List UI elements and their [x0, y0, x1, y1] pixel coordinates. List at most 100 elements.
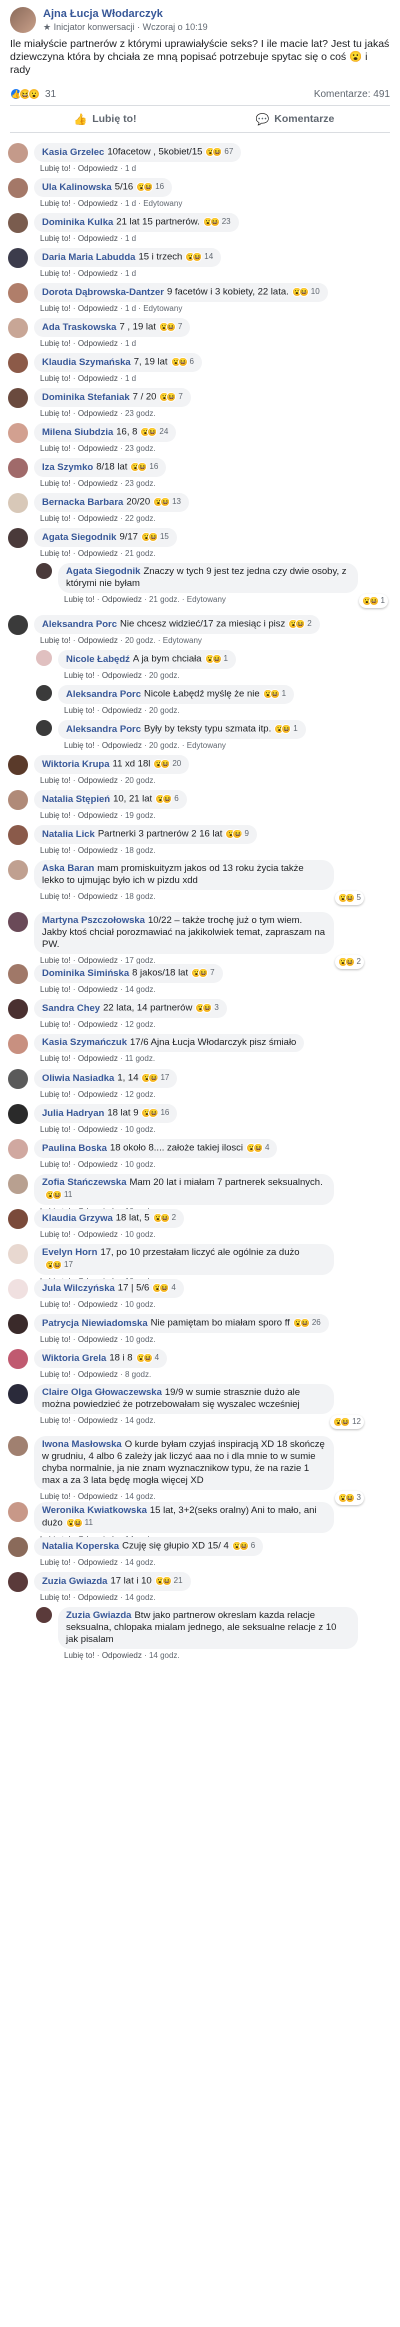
comment-reactions[interactable]: 😮 😆 13: [153, 496, 181, 508]
comment-reactions[interactable]: 😮 😆 15: [140, 531, 169, 543]
avatar[interactable]: [8, 423, 28, 443]
comment-reply-link[interactable]: Odpowiedz: [78, 304, 118, 313]
comment-time[interactable]: 10 godz.: [125, 1125, 156, 1134]
comment-reactions[interactable]: 😮 😆 4: [152, 1282, 176, 1294]
comment-like-link[interactable]: Lubię to!: [40, 269, 71, 278]
avatar[interactable]: [8, 1104, 28, 1124]
avatar[interactable]: [8, 458, 28, 478]
comment-reply-link[interactable]: Odpowiedz: [78, 444, 118, 453]
avatar[interactable]: [8, 528, 28, 548]
comment-like-link[interactable]: Lubię to!: [64, 741, 95, 750]
avatar[interactable]: [8, 1314, 28, 1334]
comment-reactions[interactable]: 😮 😆 1: [358, 594, 388, 608]
comment-like-link[interactable]: Lubię to!: [40, 1230, 71, 1239]
comment-reply-link[interactable]: Odpowiedz: [78, 1160, 118, 1169]
avatar[interactable]: [8, 1244, 28, 1264]
avatar[interactable]: [8, 912, 28, 932]
avatar[interactable]: [8, 1502, 28, 1522]
comment-time[interactable]: 10 godz.: [125, 1230, 156, 1239]
commenter-name[interactable]: Iwona Masłowska: [42, 1439, 122, 1450]
comment-reactions[interactable]: 😮 😆 16: [141, 1107, 169, 1119]
comment-time[interactable]: 14 godz.: [125, 1593, 156, 1602]
comment-reply-link[interactable]: Odpowiedz: [78, 514, 118, 523]
post-time[interactable]: Wczoraj o 10:19: [143, 22, 208, 32]
comment-reactions[interactable]: 😮 😆 7: [191, 967, 215, 979]
comment-reply-link[interactable]: Odpowiedz: [78, 409, 118, 418]
comment-reactions[interactable]: 😮 😆 1: [274, 723, 298, 735]
comment-reply-link[interactable]: Odpowiedz: [78, 1125, 118, 1134]
comment-reply-link[interactable]: Odpowiedz: [78, 1492, 118, 1501]
commenter-name[interactable]: Dorota Dąbrowska-Dantzer: [42, 287, 164, 298]
avatar[interactable]: [8, 790, 28, 810]
comment-reply-link[interactable]: Odpowiedz: [78, 846, 118, 855]
comment-count[interactable]: Komentarze: 491: [314, 89, 390, 100]
comment-reactions[interactable]: 😮 😆 11: [65, 1517, 93, 1529]
comment-time[interactable]: 1 d: [125, 234, 136, 243]
comment-reactions[interactable]: 😮 😆 67: [205, 146, 233, 158]
comment-button[interactable]: 💬 Komentarze: [200, 106, 390, 132]
comment-like-link[interactable]: Lubię to!: [40, 304, 71, 313]
post-reactions[interactable]: 👍 😆 😮 31: [10, 88, 56, 100]
comment-like-link[interactable]: Lubię to!: [40, 1370, 71, 1379]
comment-time[interactable]: 18 godz.: [125, 846, 156, 855]
comment-time[interactable]: 12 godz.: [125, 1020, 156, 1029]
comment-like-link[interactable]: Lubię to!: [64, 706, 95, 715]
comment-time[interactable]: 8 godz.: [125, 1370, 151, 1379]
commenter-name[interactable]: Zuzia Gwiazda: [66, 1610, 131, 1621]
comment-reactions[interactable]: 😮 😆 10: [291, 286, 320, 298]
commenter-name[interactable]: Kasia Szymańczuk: [42, 1037, 127, 1048]
comment-like-link[interactable]: Lubię to!: [40, 1020, 71, 1029]
comment-reply-link[interactable]: Odpowiedz: [78, 234, 118, 243]
comment-like-link[interactable]: Lubię to!: [40, 549, 71, 558]
comment-like-link[interactable]: Lubię to!: [40, 444, 71, 453]
commenter-name[interactable]: Natalia Koperska: [42, 1541, 119, 1552]
comment-reply-link[interactable]: Odpowiedz: [78, 199, 118, 208]
comment-time[interactable]: 14 godz.: [125, 1416, 156, 1425]
avatar[interactable]: [8, 1174, 28, 1194]
comment-reply-link[interactable]: Odpowiedz: [78, 1300, 118, 1309]
comment-time[interactable]: 1 d: [125, 269, 136, 278]
comment-time[interactable]: 21 godz.: [125, 549, 156, 558]
commenter-name[interactable]: Iza Szymko: [42, 462, 93, 473]
avatar[interactable]: [8, 1069, 28, 1089]
avatar[interactable]: [36, 650, 52, 666]
commenter-name[interactable]: Zofia Stańczewska: [42, 1177, 126, 1188]
comment-reactions[interactable]: 😮 😆 6: [170, 356, 194, 368]
comment-like-link[interactable]: Lubię to!: [40, 514, 71, 523]
comment-time[interactable]: 20 godz.: [149, 706, 180, 715]
avatar[interactable]: [8, 860, 28, 880]
comment-reactions[interactable]: 😮 😆 23: [202, 216, 231, 228]
comment-like-link[interactable]: Lubię to!: [40, 776, 71, 785]
comment-time[interactable]: 11 godz.: [125, 1054, 155, 1063]
comment-like-link[interactable]: Lubię to!: [40, 1090, 71, 1099]
avatar[interactable]: [8, 213, 28, 233]
avatar[interactable]: [8, 1279, 28, 1299]
comment-reactions[interactable]: 😮 😆 17: [45, 1259, 73, 1271]
comment-like-link[interactable]: Lubię to!: [40, 636, 71, 645]
comment-time[interactable]: 1 d: [125, 374, 136, 383]
avatar[interactable]: [36, 563, 52, 579]
comment-time[interactable]: 10 godz.: [125, 1160, 156, 1169]
comment-like-link[interactable]: Lubię to!: [40, 374, 71, 383]
comment-reply-link[interactable]: Odpowiedz: [102, 741, 142, 750]
commenter-name[interactable]: Klaudia Grzywa: [42, 1213, 113, 1224]
comment-reply-link[interactable]: Odpowiedz: [78, 776, 118, 785]
commenter-name[interactable]: Oliwia Nasiadka: [42, 1073, 114, 1084]
comment-like-link[interactable]: Lubię to!: [64, 1651, 95, 1660]
comment-reply-link[interactable]: Odpowiedz: [102, 1651, 142, 1660]
comment-time[interactable]: 1 d: [125, 199, 136, 208]
comment-reactions[interactable]: 😮 😆 7: [159, 391, 183, 403]
post-author[interactable]: Ajna Łucja Włodarczyk: [43, 8, 208, 20]
comment-like-link[interactable]: Lubię to!: [40, 892, 71, 901]
commenter-name[interactable]: Wiktoria Krupa: [42, 759, 109, 770]
comment-reply-link[interactable]: Odpowiedz: [78, 164, 118, 173]
comment-like-link[interactable]: Lubię to!: [40, 234, 71, 243]
avatar[interactable]: [8, 1139, 28, 1159]
comment-reply-link[interactable]: Odpowiedz: [78, 1090, 118, 1099]
comment-reactions[interactable]: 😮 😆 12: [330, 1415, 364, 1429]
comment-time[interactable]: 1 d: [125, 304, 136, 313]
comment-time[interactable]: 1 d: [125, 164, 136, 173]
comment-time[interactable]: 14 godz.: [125, 1558, 156, 1567]
commenter-name[interactable]: Dominika Simińska: [42, 968, 129, 979]
avatar[interactable]: [8, 1349, 28, 1369]
